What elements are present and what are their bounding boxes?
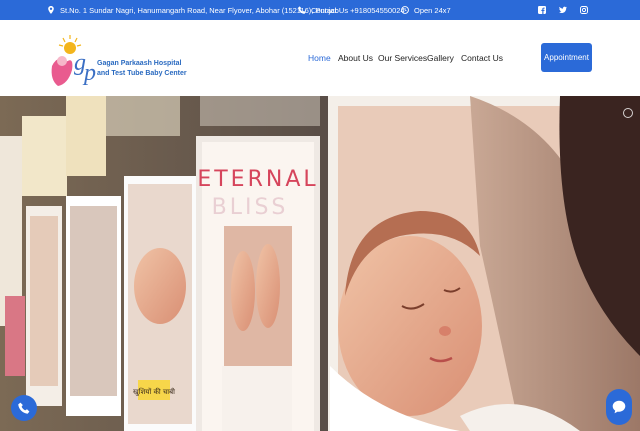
top-info-bar: St.No. 1 Sundar Nagri, Hanumangarh Road,… xyxy=(0,0,640,20)
nav-contact-us[interactable]: Contact Us xyxy=(461,53,503,63)
slider-next-control[interactable] xyxy=(623,108,633,118)
nav-our-services[interactable]: Our Services xyxy=(378,53,427,63)
location-pin-icon xyxy=(48,6,54,14)
phone-icon xyxy=(18,402,30,414)
twitter-icon[interactable] xyxy=(559,6,567,14)
clock-icon xyxy=(401,6,409,14)
logo-text[interactable]: Gagan Parkaash Hospital and Test Tube Ba… xyxy=(97,59,187,79)
address-info: St.No. 1 Sundar Nagri, Hanumangarh Road,… xyxy=(47,0,339,20)
instagram-link[interactable] xyxy=(580,0,593,20)
svg-text:p: p xyxy=(82,60,96,86)
poster-title-line-1: ETERNAL xyxy=(197,167,318,192)
nav-gallery[interactable]: Gallery xyxy=(427,53,454,63)
call-floating-button[interactable] xyxy=(11,395,37,421)
nav-about-us[interactable]: About Us xyxy=(338,53,373,63)
facebook-link[interactable] xyxy=(538,0,551,20)
address-text: St.No. 1 Sundar Nagri, Hanumangarh Road,… xyxy=(60,5,339,15)
contact-text[interactable]: Contact Us +918054550024 xyxy=(311,6,405,15)
facebook-icon[interactable] xyxy=(538,6,546,14)
nav-home[interactable]: Home xyxy=(308,53,331,63)
chat-floating-button[interactable] xyxy=(606,389,632,425)
appointment-button[interactable]: Appointment xyxy=(541,43,592,72)
logo-line-2[interactable]: and Test Tube Baby Center xyxy=(97,69,187,79)
hero-slider[interactable]: खुशियों की चाबी ETERNAL BLISS xyxy=(0,96,640,431)
poster-title-line-2: BLISS xyxy=(212,195,289,220)
chat-icon xyxy=(612,400,626,414)
instagram-icon[interactable] xyxy=(580,6,588,14)
twitter-link[interactable] xyxy=(559,0,572,20)
logo-line-1[interactable]: Gagan Parkaash Hospital xyxy=(97,59,187,69)
contact-info[interactable]: Contact Us +918054550024 xyxy=(298,0,405,20)
hours-info: Open 24x7 xyxy=(401,0,451,20)
hours-text: Open 24x7 xyxy=(414,5,451,15)
poster-hindi-text: खुशियों की चाबी xyxy=(133,387,175,396)
hero-image: खुशियों की चाबी ETERNAL BLISS xyxy=(0,96,640,431)
phone-icon xyxy=(298,6,306,14)
